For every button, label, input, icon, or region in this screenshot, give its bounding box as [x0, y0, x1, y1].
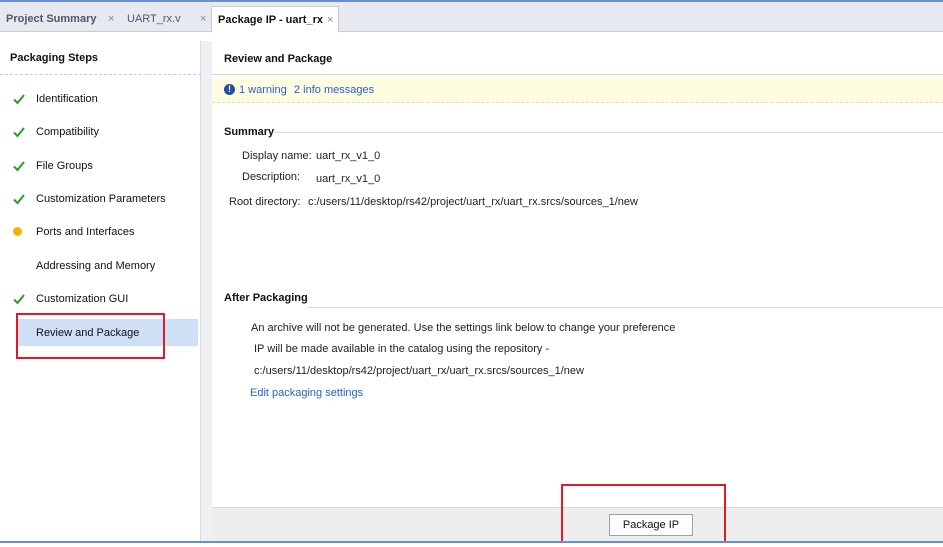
after-packaging-divider: [308, 307, 943, 308]
review-header: Review and Package: [212, 41, 943, 75]
tab-label: Project Summary: [6, 13, 97, 25]
archive-note: An archive will not be generated. Use th…: [251, 322, 676, 334]
warning-info-icon: !: [224, 84, 235, 95]
packaging-steps-header: Packaging Steps: [0, 41, 201, 75]
step-customization-gui[interactable]: Customization GUI: [0, 285, 201, 312]
step-label: Ports and Interfaces: [36, 225, 135, 238]
after-packaging-title: After Packaging: [224, 292, 308, 304]
edit-packaging-settings-link[interactable]: Edit packaging settings: [250, 387, 363, 399]
step-identification[interactable]: Identification: [0, 85, 201, 112]
close-icon[interactable]: ×: [200, 13, 206, 25]
packaging-steps-panel: Packaging Steps Identification Compatibi…: [0, 41, 201, 541]
step-file-groups[interactable]: File Groups: [0, 152, 201, 179]
tab-bar: Project Summary × UART_rx.v × Package IP…: [0, 2, 943, 33]
step-label: Customization Parameters: [36, 192, 166, 205]
messages-bar: ! 1 warning 2 info messages: [212, 77, 943, 103]
checkmark-icon: [13, 193, 25, 204]
description-label: Description:: [242, 171, 301, 183]
step-ports-and-interfaces[interactable]: Ports and Interfaces: [0, 218, 201, 245]
info-messages-link[interactable]: 2 info messages: [294, 84, 374, 96]
packaging-steps-title: Packaging Steps: [10, 52, 99, 64]
tab-label: UART_rx.v: [127, 13, 181, 25]
panel-splitter[interactable]: [201, 41, 212, 541]
root-directory-label: Root directory:: [229, 196, 301, 208]
review-and-package-panel: Review and Package ! 1 warning 2 info me…: [212, 41, 943, 541]
tab-project-summary[interactable]: Project Summary ×: [0, 6, 120, 32]
summary-divider: [274, 132, 943, 133]
step-label: File Groups: [36, 159, 93, 172]
tab-package-ip[interactable]: Package IP - uart_rx ×: [211, 6, 339, 33]
summary-title: Summary: [224, 126, 275, 138]
step-label: Review and Package: [36, 326, 140, 339]
checkmark-icon: [13, 126, 25, 137]
step-customization-parameters[interactable]: Customization Parameters: [0, 185, 201, 212]
step-addressing-and-memory[interactable]: Addressing and Memory: [0, 252, 201, 279]
step-label: Addressing and Memory: [36, 259, 156, 272]
warning-link[interactable]: 1 warning: [239, 84, 287, 96]
display-name-label: Display name:: [242, 150, 312, 162]
checkmark-icon: [13, 93, 25, 104]
package-ip-window: Project Summary × UART_rx.v × Package IP…: [0, 0, 943, 547]
step-label: Compatibility: [36, 125, 99, 138]
repository-path: c:/users/11/desktop/rs42/project/uart_rx…: [254, 365, 584, 377]
catalog-note: IP will be made available in the catalog…: [254, 343, 550, 355]
step-label: Customization GUI: [36, 292, 129, 305]
step-compatibility[interactable]: Compatibility: [0, 118, 201, 145]
review-title: Review and Package: [224, 53, 333, 65]
checkmark-icon: [13, 293, 25, 304]
checkmark-icon: [13, 160, 25, 171]
close-icon[interactable]: ×: [327, 14, 333, 26]
action-bar: Package IP: [212, 507, 943, 541]
tab-uart-rx-v[interactable]: UART_rx.v ×: [121, 6, 211, 32]
tab-label: Package IP - uart_rx: [218, 13, 323, 26]
package-ip-button[interactable]: Package IP: [609, 514, 693, 536]
display-name-value: uart_rx_v1_0: [316, 150, 381, 162]
step-label: Identification: [36, 92, 98, 105]
window-bottom-border: [0, 541, 943, 547]
description-value: uart_rx_v1_0: [316, 173, 381, 185]
step-review-and-package[interactable]: Review and Package: [16, 319, 198, 346]
root-directory-value: c:/users/11/desktop/rs42/project/uart_rx…: [308, 196, 638, 208]
close-icon[interactable]: ×: [108, 13, 114, 25]
warning-dot-icon: [13, 227, 22, 236]
